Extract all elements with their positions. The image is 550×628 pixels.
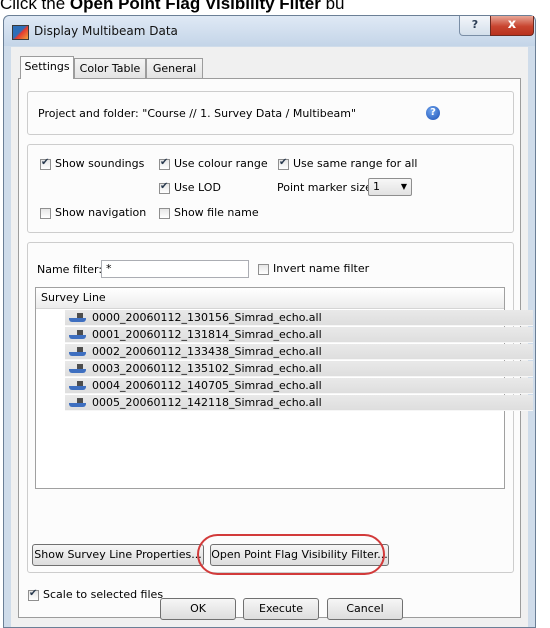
survey-line-name: 0005_20060112_142118_Simrad_echo.all bbox=[92, 396, 322, 409]
survey-line-name: 0000_20060112_130156_Simrad_echo.all bbox=[92, 311, 322, 324]
use-colour-range-label: Use colour range bbox=[174, 157, 268, 170]
invert-name-filter-checkbox[interactable] bbox=[258, 264, 269, 275]
dialog-window: Display Multibeam Data ? x Settings Colo… bbox=[3, 15, 536, 628]
point-marker-size-label: Point marker size: bbox=[277, 181, 376, 194]
survey-line-row[interactable]: 0002_20060112_133438_Simrad_echo.all bbox=[65, 344, 533, 360]
show-soundings-checkbox[interactable] bbox=[40, 157, 51, 170]
show-navigation-checkbox[interactable] bbox=[40, 208, 51, 219]
project-folder-text: Project and folder: "Course // 1. Survey… bbox=[38, 107, 357, 120]
survey-line-row[interactable]: 0003_20060112_135102_Simrad_echo.all bbox=[65, 361, 533, 377]
survey-line-row[interactable]: 0000_20060112_130156_Simrad_echo.all bbox=[65, 310, 533, 326]
help-icon[interactable]: ? bbox=[426, 106, 440, 120]
close-button[interactable]: x bbox=[490, 16, 534, 36]
survey-line-row[interactable]: 0001_20060112_131814_Simrad_echo.all bbox=[65, 327, 533, 343]
title-help-button[interactable]: ? bbox=[459, 16, 491, 36]
invert-name-filter-label: Invert name filter bbox=[273, 262, 370, 275]
display-options-group: Show soundings Use colour range Use same… bbox=[27, 144, 514, 233]
settings-panel: Project and folder: "Course // 1. Survey… bbox=[18, 78, 533, 618]
scale-to-selected-checkbox[interactable] bbox=[28, 588, 39, 601]
ship-icon bbox=[69, 364, 86, 373]
show-file-name-label: Show file name bbox=[174, 206, 259, 219]
ship-icon bbox=[69, 381, 86, 390]
ship-hull bbox=[69, 369, 86, 373]
survey-line-name: 0004_20060112_140705_Simrad_echo.all bbox=[92, 379, 322, 392]
use-same-range-label: Use same range for all bbox=[293, 157, 418, 170]
name-filter-label: Name filter: bbox=[37, 263, 103, 276]
ok-button[interactable]: OK bbox=[160, 598, 236, 620]
ship-icon bbox=[69, 330, 86, 339]
caption-suffix: bu bbox=[320, 0, 345, 13]
survey-line-header[interactable]: Survey Line bbox=[36, 288, 504, 309]
survey-line-row[interactable]: 0004_20060112_140705_Simrad_echo.all bbox=[65, 378, 533, 394]
use-lod-label: Use LOD bbox=[174, 181, 221, 194]
ship-icon bbox=[69, 313, 86, 322]
cancel-button[interactable]: Cancel bbox=[327, 598, 403, 620]
survey-line-name: 0002_20060112_133438_Simrad_echo.all bbox=[92, 345, 322, 358]
tab-settings[interactable]: Settings bbox=[20, 56, 74, 79]
file-selection-group: Name filter: * Invert name filter Survey… bbox=[27, 242, 533, 573]
use-same-range-checkbox[interactable] bbox=[278, 157, 289, 170]
project-group: Project and folder: "Course // 1. Survey… bbox=[27, 91, 514, 135]
title-bar[interactable]: Display Multibeam Data ? x bbox=[4, 16, 535, 46]
survey-line-name: 0003_20060112_135102_Simrad_echo.all bbox=[92, 362, 322, 375]
scale-to-selected-label: Scale to selected files bbox=[43, 588, 164, 601]
point-marker-size-value: 1 bbox=[373, 180, 380, 193]
ship-hull bbox=[69, 352, 86, 356]
survey-line-row[interactable]: 0005_20060112_142118_Simrad_echo.all bbox=[65, 395, 533, 411]
ship-hull bbox=[69, 403, 86, 407]
caption-bold: Open Point Flag Visibility Filter bbox=[69, 0, 321, 13]
instruction-caption: Click the Open Point Flag Visibility Fil… bbox=[0, 0, 550, 16]
point-marker-size-select[interactable]: 1 ▼ bbox=[368, 178, 412, 196]
name-filter-input[interactable]: * bbox=[101, 260, 249, 278]
show-survey-line-properties-button[interactable]: Show Survey Line Properties... bbox=[32, 544, 204, 566]
survey-line-list[interactable]: Survey Line 0000_20060112_130156_Simrad_… bbox=[35, 287, 533, 489]
ship-icon bbox=[69, 347, 86, 356]
caption-prefix: Click the bbox=[0, 0, 70, 13]
show-file-name-checkbox[interactable] bbox=[159, 208, 170, 219]
ship-icon bbox=[69, 398, 86, 407]
tab-color-table[interactable]: Color Table bbox=[74, 58, 146, 78]
execute-button[interactable]: Execute bbox=[243, 598, 319, 620]
ship-hull bbox=[69, 335, 86, 339]
survey-line-name: 0001_20060112_131814_Simrad_echo.all bbox=[92, 328, 322, 341]
highlight-ring bbox=[197, 534, 385, 575]
show-navigation-label: Show navigation bbox=[55, 206, 147, 219]
ship-hull bbox=[69, 318, 86, 322]
show-soundings-label: Show soundings bbox=[55, 157, 145, 170]
use-colour-range-checkbox[interactable] bbox=[159, 157, 170, 170]
dialog-client: Settings Color Table General Project and… bbox=[11, 47, 533, 627]
app-icon bbox=[12, 25, 29, 40]
window-title: Display Multibeam Data bbox=[34, 24, 178, 38]
tab-general[interactable]: General bbox=[146, 58, 203, 78]
chevron-down-icon: ▼ bbox=[400, 182, 407, 191]
use-lod-checkbox[interactable] bbox=[159, 181, 170, 194]
ship-hull bbox=[69, 386, 86, 390]
